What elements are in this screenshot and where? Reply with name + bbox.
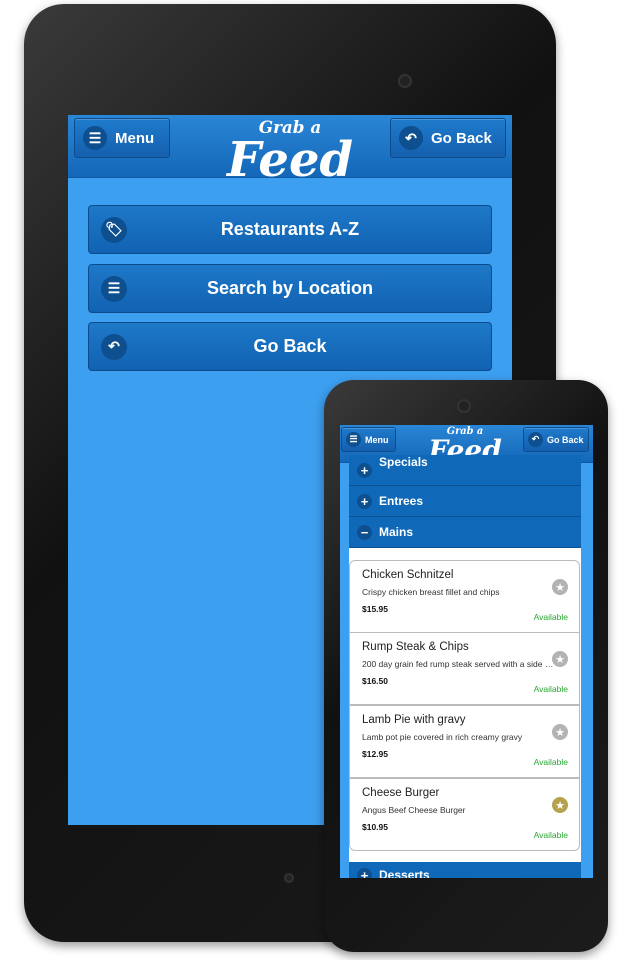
plus-icon: + [357, 868, 372, 878]
section-specials[interactable]: + Specials [349, 455, 581, 486]
item-description: 200 day grain fed rump steak served with… [362, 659, 554, 669]
logo: Grab a Feed [226, 117, 354, 188]
phone-camera [457, 399, 471, 413]
section-label: Entrees [379, 494, 424, 508]
plus-icon: + [357, 462, 372, 478]
section-entrees[interactable]: + Entrees [349, 486, 581, 517]
menu-item[interactable]: Rump Steak & Chips 200 day grain fed rum… [349, 632, 580, 705]
menu-item[interactable]: Lamb Pie with gravy Lamb pot pie covered… [349, 705, 580, 778]
menu-item[interactable]: Chicken Schnitzel Crispy chicken breast … [349, 560, 580, 633]
plus-icon: + [357, 493, 372, 509]
hamburger-icon: ☰ [346, 432, 361, 447]
button-label: Search by Location [206, 278, 374, 298]
undo-arrow-icon: ↶ [399, 126, 423, 150]
section-desserts[interactable]: + Desserts [349, 862, 581, 878]
menu-label: Menu [115, 129, 155, 147]
phone-screen: ☰ Menu Grab a Feed ↶ Go Back + Specials + E… [340, 425, 593, 878]
tablet-header: ☰ Menu Grab a Feed ↶ Go Back [68, 115, 512, 184]
star-icon[interactable]: ★ [552, 724, 568, 740]
go-back-button[interactable]: ↶ Go Back [523, 427, 589, 452]
star-icon-favorite[interactable]: ★ [552, 797, 568, 813]
item-status: Available [533, 684, 568, 694]
restaurants-az-button[interactable]: 🏷 Restaurants A-Z [88, 205, 492, 254]
button-label: Restaurants A-Z [220, 219, 360, 239]
item-name: Cheese Burger [362, 787, 440, 799]
hamburger-icon: ☰ [83, 126, 107, 150]
go-back-button[interactable]: ↶ Go Back [390, 118, 506, 158]
tag-icon: 🏷 [101, 216, 127, 243]
tablet-sensor [284, 873, 294, 883]
section-label: Desserts [379, 868, 430, 878]
go-back-label: Go Back [547, 434, 584, 445]
minus-icon: − [357, 524, 372, 540]
menu-button[interactable]: ☰ Menu [74, 118, 170, 158]
section-label: Mains [379, 525, 414, 539]
item-status: Available [533, 830, 568, 840]
section-mains[interactable]: − Mains [349, 517, 581, 548]
mains-panel: Chicken Schnitzel Crispy chicken breast … [349, 548, 581, 862]
item-status: Available [533, 757, 568, 767]
item-name: Chicken Schnitzel [362, 569, 454, 581]
star-icon[interactable]: ★ [552, 579, 568, 595]
tablet-camera [398, 74, 412, 88]
menu-item[interactable]: Cheese Burger Angus Beef Cheese Burger $… [349, 778, 580, 851]
item-description: Lamb pot pie covered in rich creamy grav… [362, 732, 523, 742]
star-icon[interactable]: ★ [552, 651, 568, 667]
menu-button[interactable]: ☰ Menu [341, 427, 396, 452]
undo-arrow-icon: ↶ [528, 432, 543, 447]
menu-label: Menu [365, 434, 389, 445]
undo-arrow-icon: ↶ [101, 333, 127, 360]
button-label: Go Back [253, 336, 327, 356]
item-name: Lamb Pie with gravy [362, 714, 466, 726]
item-status: Available [533, 612, 568, 622]
item-description: Angus Beef Cheese Burger [362, 805, 466, 815]
go-back-label: Go Back [431, 129, 492, 147]
go-back-main-button[interactable]: ↶ Go Back [88, 322, 492, 371]
search-by-location-button[interactable]: ☰ Search by Location [88, 264, 492, 313]
item-description: Crispy chicken breast fillet and chips [362, 587, 500, 597]
item-name: Rump Steak & Chips [362, 641, 469, 653]
section-label: Specials [379, 455, 428, 469]
list-icon: ☰ [101, 275, 127, 302]
